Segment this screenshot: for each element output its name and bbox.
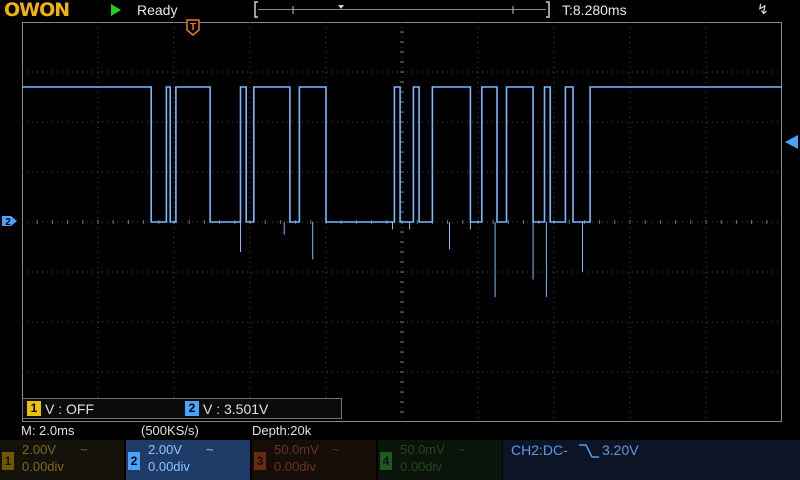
waveform-display[interactable] <box>22 22 782 422</box>
trigger-position-pointer-icon <box>338 5 344 9</box>
ch4-coupling-icon: ~ <box>458 442 466 457</box>
ch4-index-badge: 4 <box>380 452 392 470</box>
memory-bar-left-bracket <box>254 1 258 18</box>
ch1-index-badge: 1 <box>2 452 14 470</box>
ch1-measure-value: V : OFF <box>45 401 94 417</box>
top-status-bar: OWON Ready T:8.280ms ↯ <box>0 0 800 21</box>
ch1-volts-div: 2.00V <box>22 442 56 457</box>
memory-bar-right-bracket <box>546 1 550 18</box>
record-depth-label[interactable]: Depth:20k <box>252 423 311 438</box>
sample-rate-label: (500KS/s) <box>141 423 199 438</box>
ch3-volts-div: 50.0mV <box>274 442 319 457</box>
ch2-measure-badge: 2 <box>185 401 199 416</box>
trigger-level-marker[interactable] <box>784 134 800 150</box>
trigger-position-marker[interactable]: T <box>186 19 202 37</box>
ch1-coupling-icon: ~ <box>80 442 88 457</box>
falling-edge-icon <box>579 444 599 458</box>
ch2-ground-marker[interactable]: 2 <box>1 213 19 229</box>
timebase-label[interactable]: M: 2.0ms <box>21 423 74 438</box>
usb-icon: ↯ <box>757 1 769 17</box>
trigger-marker-label: T <box>190 22 196 33</box>
trigger-time-readout: T:8.280ms <box>562 2 627 18</box>
memory-position-bar[interactable] <box>254 1 550 18</box>
acquisition-info-row: M: 2.0ms (500KS/s) Depth:20k <box>0 422 800 440</box>
ch4-volts-div: 50.0mV <box>400 442 445 457</box>
ch4-panel[interactable]: 4 50.0mV ~ 0.00div <box>378 440 502 480</box>
trigger-source-label: CH2:DC- <box>511 442 568 458</box>
ch2-index-badge: 2 <box>128 452 140 470</box>
ch4-offset: 0.00div <box>400 459 442 474</box>
ch3-offset: 0.00div <box>274 459 316 474</box>
ch1-measure-badge: 1 <box>27 401 41 416</box>
ch1-offset: 0.00div <box>22 459 64 474</box>
ch2-measure-value: V : 3.501V <box>203 401 269 417</box>
brand-logo: OWON <box>4 0 70 21</box>
ch2-offset: 0.00div <box>148 459 190 474</box>
trigger-info-panel[interactable]: CH2:DC- 3.20V <box>503 440 800 480</box>
acquisition-status: Ready <box>137 2 178 18</box>
ch2-volts-div: 2.00V <box>148 442 182 457</box>
ch1-panel[interactable]: 1 2.00V ~ 0.00div <box>0 440 124 480</box>
measurement-panel: 1 V : OFF 2 V : 3.501V <box>22 398 342 419</box>
ch2-ground-marker-label: 2 <box>5 217 11 228</box>
ch3-coupling-icon: ~ <box>332 442 340 457</box>
ch2-panel[interactable]: 2 2.00V ~ 0.00div <box>126 440 250 480</box>
ch2-coupling-icon: ~ <box>206 442 214 457</box>
ch3-index-badge: 3 <box>254 452 266 470</box>
channel-settings-bar: 1 2.00V ~ 0.00div 2 2.00V ~ 0.00div 3 50… <box>0 440 800 480</box>
ch3-panel[interactable]: 3 50.0mV ~ 0.00div <box>252 440 376 480</box>
trigger-level-value: 3.20V <box>602 442 639 458</box>
run-state-icon[interactable] <box>111 4 121 16</box>
